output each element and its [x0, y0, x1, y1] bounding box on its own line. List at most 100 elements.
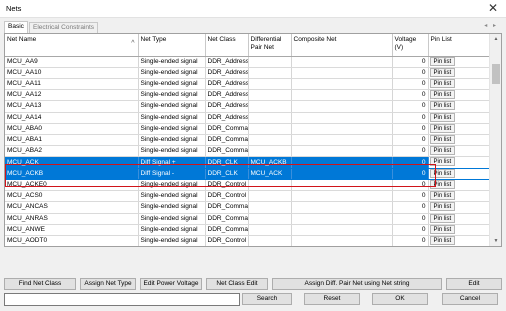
net-class-cell[interactable]: DDR_Comman — [205, 213, 249, 225]
column-header-net-class[interactable]: Net Class — [205, 34, 249, 57]
composite-net-cell[interactable] — [291, 168, 393, 180]
pin-list-button[interactable]: Pin list — [429, 90, 456, 100]
net-name-cell[interactable]: MCU_ANWE — [5, 224, 139, 237]
net-name-cell[interactable]: MCU_AA13 — [5, 100, 139, 113]
pin-list-button[interactable]: Pin list — [429, 67, 456, 77]
net-name-cell[interactable]: MCU_ABA0 — [5, 123, 139, 136]
diff-pair-cell[interactable] — [248, 235, 292, 246]
composite-net-cell[interactable] — [291, 100, 393, 113]
pin-list-button[interactable]: Pin list — [429, 56, 456, 66]
assign-net-type-button[interactable]: Assign Net Type — [80, 278, 136, 290]
tab-electrical-constraints[interactable]: Electrical Constraints — [29, 22, 99, 33]
composite-net-cell[interactable] — [291, 201, 393, 214]
pin-list-button[interactable]: Pin list — [429, 224, 456, 234]
diff-pair-cell[interactable] — [248, 179, 292, 192]
voltage-cell[interactable]: 0 — [392, 112, 429, 124]
net-name-cell[interactable]: MCU_ABA1 — [5, 134, 139, 147]
voltage-cell[interactable]: 0 — [392, 156, 429, 169]
diff-pair-cell[interactable] — [248, 89, 292, 102]
net-class-cell[interactable]: DDR_Comman — [205, 145, 249, 158]
net-class-cell[interactable]: DDR_Control — [205, 190, 249, 203]
reset-button[interactable]: Reset — [304, 293, 360, 305]
net-type-cell[interactable]: Single-ended signal — [138, 235, 206, 246]
voltage-cell[interactable]: 0 — [392, 56, 429, 68]
voltage-cell[interactable]: 0 — [392, 134, 429, 147]
close-icon[interactable]: ✕ — [485, 1, 501, 16]
voltage-cell[interactable]: 0 — [392, 89, 429, 102]
diff-pair-cell[interactable] — [248, 100, 292, 113]
pin-list-button[interactable]: Pin list — [429, 213, 456, 223]
column-header-differential-pair-net[interactable]: Differential Pair Net — [248, 34, 292, 57]
table-row[interactable]: MCU_AA12 Single-ended signal DDR_Address 0 P… — [5, 89, 491, 102]
diff-pair-cell[interactable] — [248, 78, 292, 91]
pin-list-button[interactable]: Pin list — [429, 135, 456, 145]
net-class-cell[interactable]: DDR_Comman — [205, 201, 249, 214]
net-name-cell[interactable]: MCU_ACK — [5, 156, 139, 169]
table-row[interactable]: MCU_ANRAS Single-ended signal DDR_Comman 0 P… — [5, 213, 491, 225]
pin-list-button[interactable]: Pin list — [429, 146, 456, 156]
table-row[interactable]: MCU_ABA1 Single-ended signal DDR_Comman 0 Pi… — [5, 134, 491, 147]
table-row[interactable]: MCU_ABA2 Single-ended signal DDR_Comman 0 Pi… — [5, 145, 491, 158]
net-class-cell[interactable]: DDR_Address — [205, 78, 249, 91]
diff-pair-cell[interactable] — [248, 134, 292, 147]
column-header-net-name[interactable]: Net Name ^ — [5, 34, 139, 57]
diff-pair-cell[interactable] — [248, 56, 292, 68]
column-header-voltage[interactable]: Voltage (V) — [392, 34, 429, 57]
net-name-cell[interactable]: MCU_AODT0 — [5, 235, 139, 246]
composite-net-cell[interactable] — [291, 123, 393, 136]
search-button[interactable]: Search — [242, 293, 292, 305]
composite-net-cell[interactable] — [291, 89, 393, 102]
pin-list-button[interactable]: Pin list — [429, 78, 456, 88]
net-name-cell[interactable]: MCU_AA10 — [5, 67, 139, 79]
net-type-cell[interactable]: Single-ended signal — [138, 190, 206, 203]
composite-net-cell[interactable] — [291, 190, 393, 203]
voltage-cell[interactable]: 0 — [392, 190, 429, 203]
net-class-cell[interactable]: DDR_Address — [205, 100, 249, 113]
net-class-cell[interactable]: DDR_Comman — [205, 134, 249, 147]
pin-list-button[interactable]: Pin list — [429, 157, 456, 167]
voltage-cell[interactable]: 0 — [392, 145, 429, 158]
composite-net-cell[interactable] — [291, 213, 393, 225]
composite-net-cell[interactable] — [291, 145, 393, 158]
diff-pair-cell[interactable] — [248, 67, 292, 79]
composite-net-cell[interactable] — [291, 67, 393, 79]
net-type-cell[interactable]: Single-ended signal — [138, 89, 206, 102]
voltage-cell[interactable]: 0 — [392, 179, 429, 192]
net-class-cell[interactable]: DDR_Control — [205, 235, 249, 246]
net-name-cell[interactable]: MCU_ANCAS — [5, 201, 139, 214]
table-row[interactable]: MCU_AA13 Single-ended signal DDR_Address 0 P… — [5, 100, 491, 113]
net-type-cell[interactable]: Single-ended signal — [138, 123, 206, 136]
composite-net-cell[interactable] — [291, 179, 393, 192]
net-name-cell[interactable]: MCU_AA14 — [5, 112, 139, 124]
diff-pair-cell[interactable] — [248, 123, 292, 136]
net-name-cell[interactable]: MCU_AA12 — [5, 89, 139, 102]
voltage-cell[interactable]: 0 — [392, 123, 429, 136]
table-row[interactable]: MCU_AA11 Single-ended signal DDR_Address 0 P… — [5, 78, 491, 91]
diff-pair-cell[interactable] — [248, 145, 292, 158]
voltage-cell[interactable]: 0 — [392, 213, 429, 225]
pin-list-button[interactable]: Pin list — [429, 123, 456, 133]
net-name-cell[interactable]: MCU_ACKE0 — [5, 179, 139, 192]
table-row[interactable]: MCU_ACKE0 Single-ended signal DDR_Control 0… — [5, 179, 491, 192]
net-class-cell[interactable]: DDR_CLK — [205, 156, 249, 169]
net-type-cell[interactable]: Diff Signal - — [138, 168, 206, 180]
diff-pair-cell[interactable] — [248, 112, 292, 124]
voltage-cell[interactable]: 0 — [392, 168, 429, 180]
net-name-cell[interactable]: MCU_ACKB — [5, 168, 139, 180]
pin-list-button[interactable]: Pin list — [429, 191, 456, 201]
table-row[interactable]: MCU_AODT0 Single-ended signal DDR_Control 0… — [5, 235, 491, 246]
tab-scroll-arrows[interactable]: ◂ ▸ — [484, 22, 498, 29]
voltage-cell[interactable]: 0 — [392, 78, 429, 91]
net-type-cell[interactable]: Single-ended signal — [138, 179, 206, 192]
scroll-down-icon[interactable]: ▼ — [490, 236, 501, 246]
diff-pair-cell[interactable] — [248, 224, 292, 237]
net-class-edit-button[interactable]: Net Class Edit — [206, 278, 268, 290]
net-class-cell[interactable]: DDR_Comman — [205, 224, 249, 237]
find-net-class-button[interactable]: Find Net Class — [4, 278, 76, 290]
net-type-cell[interactable]: Single-ended signal — [138, 112, 206, 124]
net-name-cell[interactable]: MCU_AA9 — [5, 56, 139, 68]
table-row[interactable]: MCU_ACS0 Single-ended signal DDR_Control 0 P… — [5, 190, 491, 203]
net-type-cell[interactable]: Single-ended signal — [138, 213, 206, 225]
pin-list-button[interactable]: Pin list — [429, 236, 456, 245]
pin-list-button[interactable]: Pin list — [429, 179, 456, 189]
